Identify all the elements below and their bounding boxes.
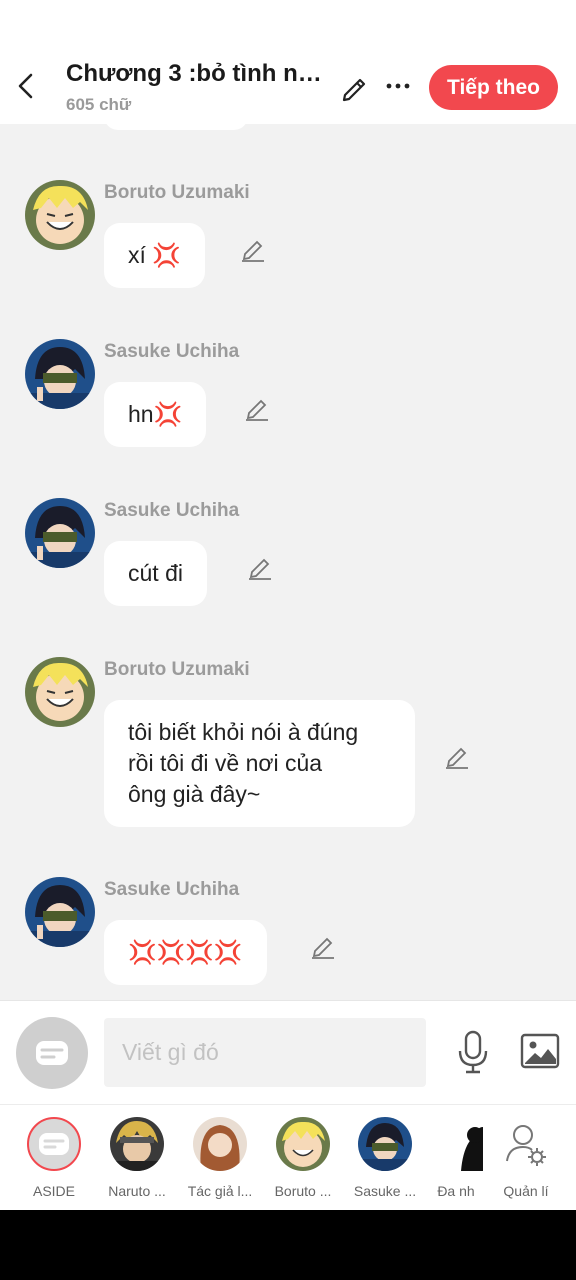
character-aside[interactable]: ASIDE bbox=[14, 1117, 94, 1199]
message-bubble[interactable]: xí 💢 bbox=[104, 223, 205, 288]
character-sasuke[interactable]: Sasuke ... bbox=[345, 1117, 425, 1199]
sender-name: Boruto Uzumaki bbox=[104, 182, 250, 203]
character-label: Boruto ... bbox=[274, 1183, 332, 1199]
edit-message-icon[interactable] bbox=[310, 933, 336, 959]
avatar-author bbox=[193, 1117, 247, 1171]
back-arrow-icon[interactable] bbox=[12, 70, 42, 102]
character-naruto[interactable]: Naruto ... bbox=[97, 1117, 177, 1199]
sender-name: Sasuke Uchiha bbox=[104, 500, 240, 521]
edit-title-icon[interactable] bbox=[340, 73, 370, 103]
avatar-naruto bbox=[110, 1117, 164, 1171]
avatar-boruto[interactable] bbox=[25, 180, 95, 250]
message-bubble[interactable]: hn💢 bbox=[104, 382, 207, 447]
character-label: Tác giả l... bbox=[187, 1183, 253, 1199]
message-input-bar bbox=[0, 1000, 576, 1104]
edit-message-icon[interactable] bbox=[247, 554, 273, 580]
character-label: ASIDE bbox=[32, 1183, 75, 1199]
chapter-header: Chương 3 :bỏ tình ng... 605 chữ Tiếp the… bbox=[0, 0, 576, 124]
aside-chat-icon bbox=[39, 1133, 69, 1155]
character-silhouette[interactable]: Đa nh bbox=[416, 1117, 496, 1199]
avatar-sasuke[interactable] bbox=[25, 877, 95, 947]
edit-message-icon[interactable] bbox=[444, 743, 470, 769]
message-bubble[interactable]: 💢💢💢💢 bbox=[104, 920, 267, 985]
more-options-icon[interactable] bbox=[384, 72, 412, 100]
microphone-icon[interactable] bbox=[455, 1029, 491, 1075]
character-author[interactable]: Tác giả l... bbox=[180, 1117, 260, 1199]
character-boruto[interactable]: Boruto ... bbox=[263, 1117, 343, 1199]
sender-name: Sasuke Uchiha bbox=[104, 879, 240, 900]
character-label: Đa nh bbox=[437, 1183, 475, 1199]
character-selector: ASIDE Naruto ... Tác giả l... Boruto ...… bbox=[0, 1104, 576, 1210]
manage-characters-button[interactable]: Quản lí bbox=[486, 1117, 566, 1199]
sender-name: Boruto Uzumaki bbox=[104, 659, 250, 680]
avatar-silhouette bbox=[429, 1117, 483, 1171]
aside-toggle-button[interactable] bbox=[16, 1017, 88, 1089]
chapter-title[interactable]: Chương 3 :bỏ tình ng... bbox=[66, 60, 328, 88]
chat-screen: Boruto Uzumaki xí 💢 Sasuke Uchiha hn💢 Sa… bbox=[0, 0, 576, 1210]
avatar-sasuke[interactable] bbox=[25, 339, 95, 409]
message-input[interactable] bbox=[104, 1018, 426, 1087]
avatar-sasuke bbox=[358, 1117, 412, 1171]
edit-message-icon[interactable] bbox=[240, 236, 266, 262]
message-bubble[interactable]: cút đi bbox=[104, 541, 207, 606]
avatar-boruto bbox=[276, 1117, 330, 1171]
system-navigation-bar bbox=[0, 1210, 576, 1280]
edit-message-icon[interactable] bbox=[244, 395, 270, 421]
image-icon[interactable] bbox=[520, 1033, 560, 1069]
word-count: 605 chữ bbox=[66, 95, 132, 114]
character-label: Quản lí bbox=[503, 1183, 549, 1199]
aside-avatar bbox=[27, 1117, 81, 1171]
manage-user-icon bbox=[506, 1125, 546, 1166]
avatar-sasuke[interactable] bbox=[25, 498, 95, 568]
next-chapter-button[interactable]: Tiếp theo bbox=[429, 65, 558, 110]
character-label: Naruto ... bbox=[108, 1183, 166, 1199]
aside-chat-icon bbox=[36, 1041, 68, 1065]
sender-name: Sasuke Uchiha bbox=[104, 341, 240, 362]
message-bubble[interactable]: tôi biết khỏi nói à đúng rồi tôi đi về n… bbox=[104, 700, 415, 827]
avatar-boruto[interactable] bbox=[25, 657, 95, 727]
character-label: Sasuke ... bbox=[353, 1183, 417, 1199]
